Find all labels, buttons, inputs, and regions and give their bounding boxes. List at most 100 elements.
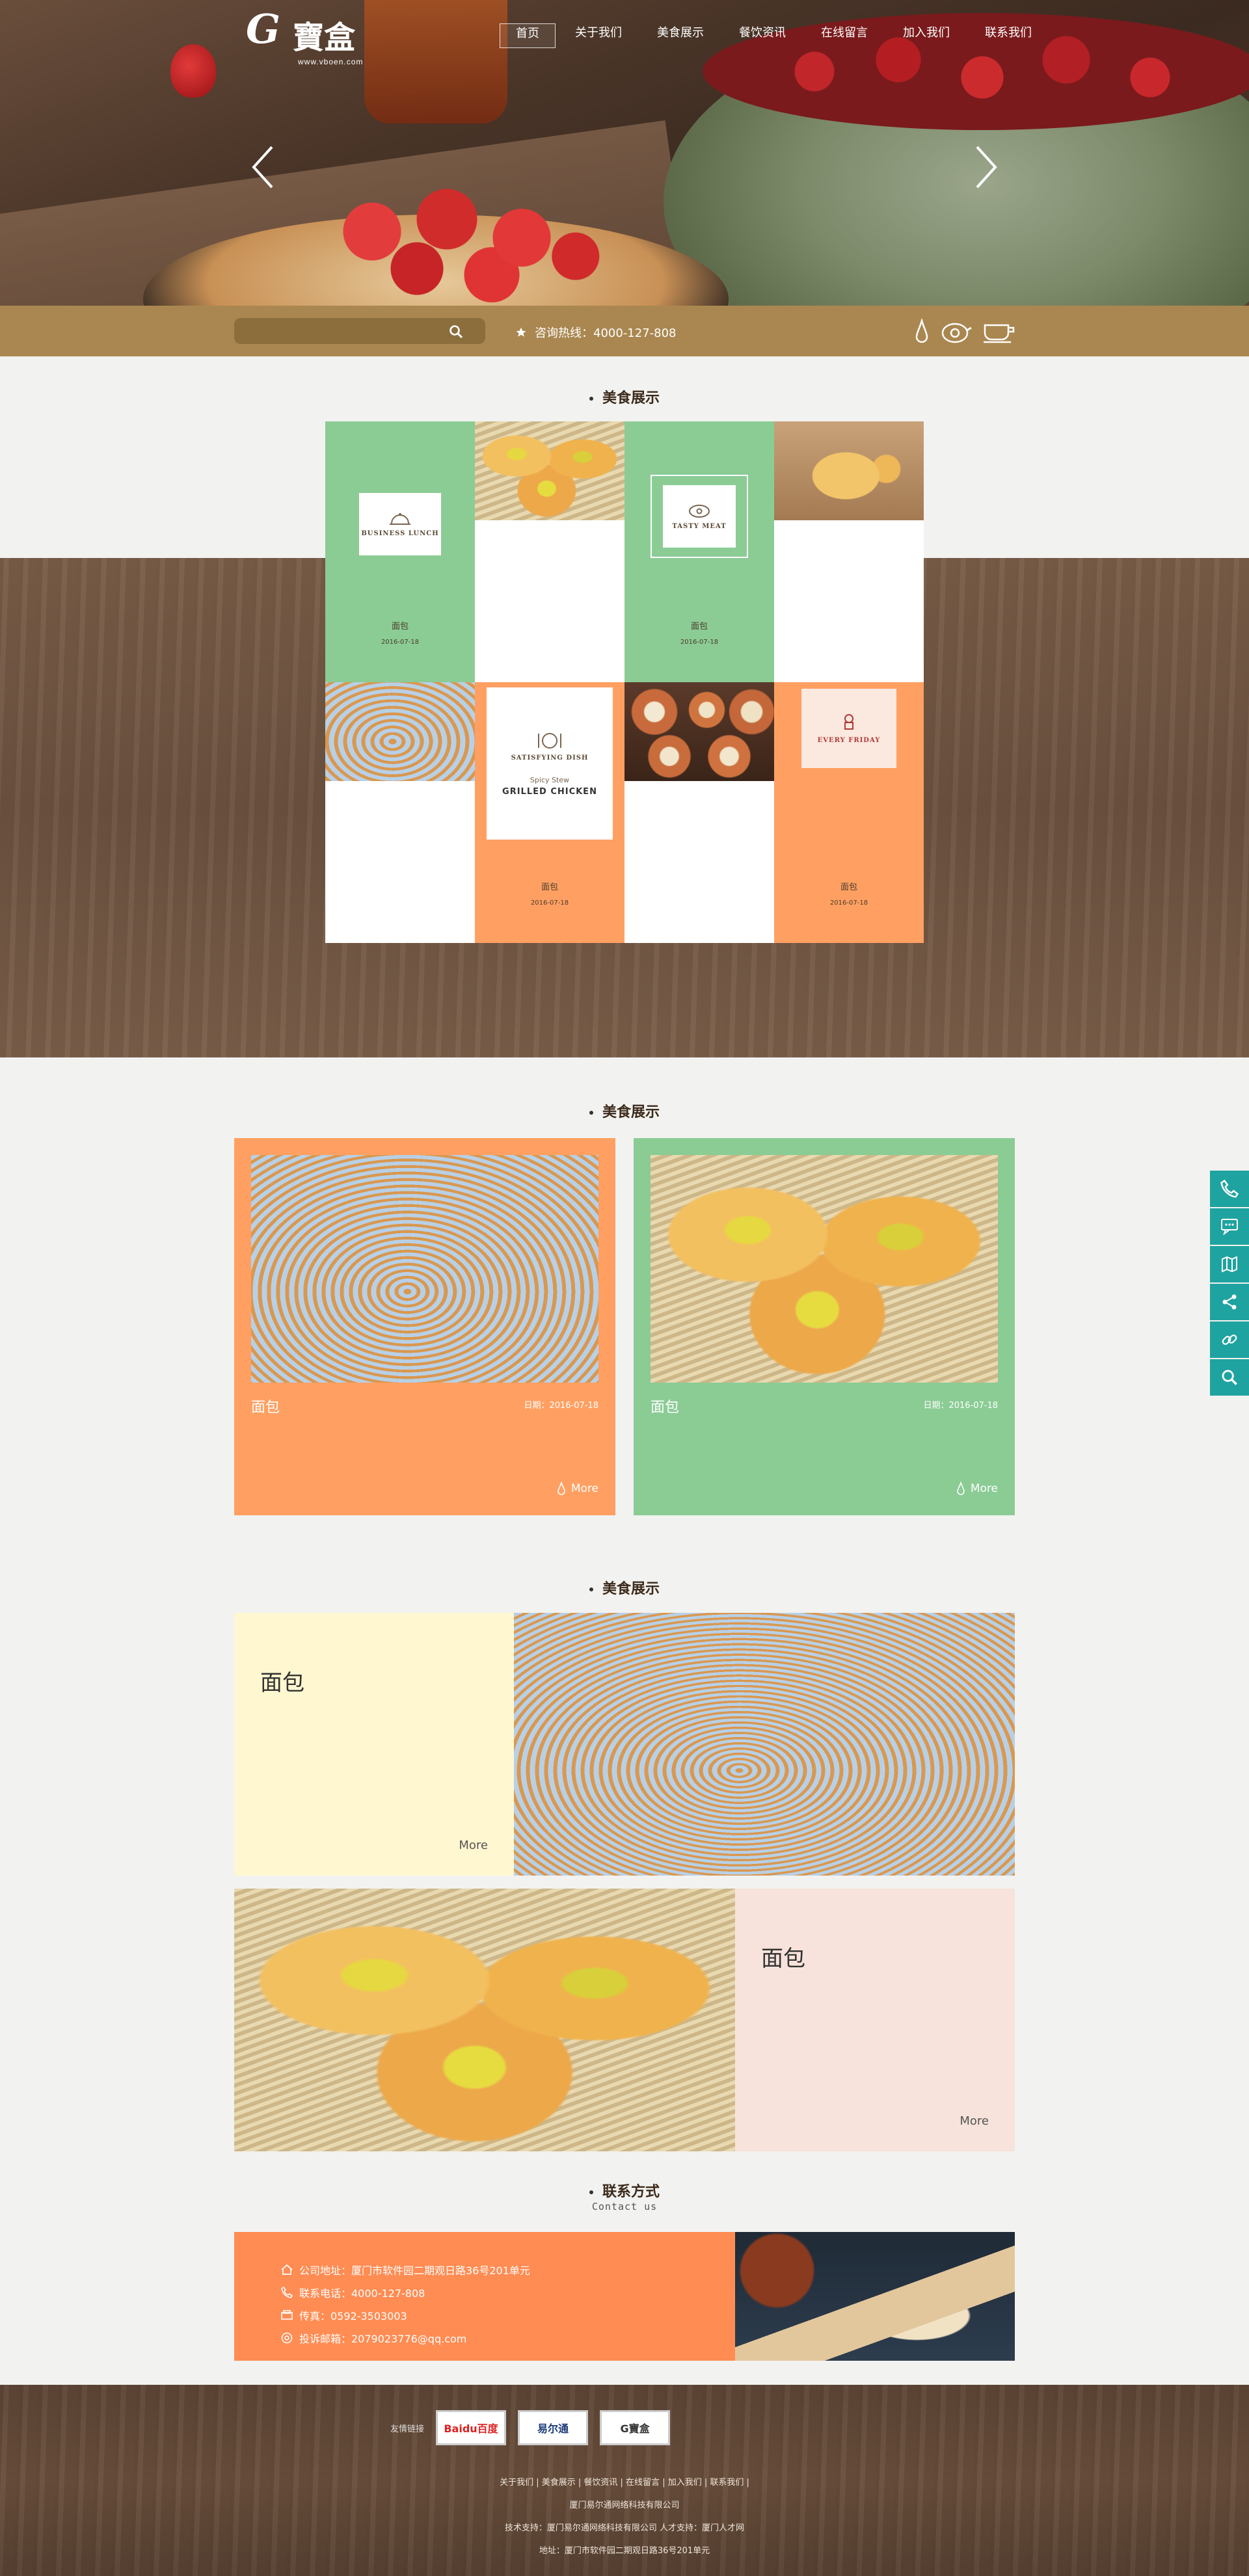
drop-icon bbox=[957, 1481, 965, 1495]
friend-links-label: 友情链接 bbox=[390, 2424, 425, 2434]
logo-text: 寶盒 bbox=[293, 20, 356, 56]
contact-fax: 传真：0592-3503003 bbox=[281, 2304, 530, 2326]
nav-about[interactable]: 关于我们 bbox=[559, 23, 638, 48]
logo-url: www.vboen.com bbox=[298, 57, 364, 66]
link-baidu[interactable]: Baidu百度 bbox=[436, 2410, 507, 2445]
main-nav: 首页 关于我们 美食展示 餐饮资讯 在线留言 加入我们 联系我们 bbox=[500, 23, 1051, 48]
floating-sidebar bbox=[1210, 1171, 1249, 1397]
food-card[interactable]: EVERY FRIDAY 面包 2016-07-18 bbox=[774, 682, 924, 943]
more-link[interactable]: More bbox=[459, 1839, 488, 1852]
hero-banner: G 寶盒 www.vboen.com 首页 关于我们 美食展示 餐饮资讯 在线留… bbox=[0, 0, 1249, 306]
footer-support: 技术支持：厦门易尔通网络科技有限公司 人才支持：厦门人才网 bbox=[504, 2523, 745, 2533]
meat-icon bbox=[689, 504, 710, 518]
footer-info: 关于我们 | 美食展示 | 餐饮资讯 | 在线留言 | 加入我们 | 联系我们 … bbox=[0, 2471, 1249, 2562]
share-icon bbox=[1222, 1294, 1237, 1310]
food-photo bbox=[774, 421, 924, 520]
card-date: 2016-07-18 bbox=[829, 899, 868, 907]
food-card[interactable]: BUSINESS LUNCH 面包 2016-07-18 bbox=[325, 421, 475, 682]
badge-card: SATISFYING DISH Spicy Stew GRILLED CHICK… bbox=[487, 687, 613, 840]
section2-title: 美食展示 bbox=[0, 1100, 1249, 1121]
logo-g: G bbox=[246, 5, 280, 53]
contact-email: 投诉邮箱：2079023776@qq.com bbox=[281, 2326, 530, 2349]
feature-row[interactable]: 面包 More bbox=[234, 1613, 1015, 1876]
utility-icons bbox=[913, 319, 1016, 345]
nav-food[interactable]: 美食展示 bbox=[641, 23, 719, 48]
card-label: 面包 bbox=[541, 883, 558, 892]
nav-message[interactable]: 在线留言 bbox=[805, 23, 883, 48]
food-card[interactable]: SATISFYING DISH Spicy Stew GRILLED CHICK… bbox=[475, 682, 624, 943]
news-card-date: 日期：2016-07-18 bbox=[524, 1401, 598, 1411]
contact-address: 公司地址：厦门市软件园二期观日路36号201单元 bbox=[281, 2258, 530, 2281]
news-card[interactable]: 面包 日期：2016-07-18 More bbox=[234, 1138, 615, 1515]
nav-news[interactable]: 餐饮资讯 bbox=[723, 23, 801, 48]
news-photo bbox=[251, 1155, 598, 1383]
cup-icon[interactable] bbox=[982, 319, 1016, 345]
food-card[interactable] bbox=[774, 421, 924, 682]
news-card-date: 日期：2016-07-18 bbox=[923, 1401, 998, 1411]
food-card[interactable] bbox=[325, 682, 475, 943]
more-link[interactable]: More bbox=[557, 1481, 598, 1496]
more-link[interactable]: More bbox=[960, 2114, 989, 2128]
search-box bbox=[234, 318, 485, 344]
sidebar-link-button[interactable] bbox=[1210, 1321, 1249, 1359]
star-icon bbox=[516, 327, 526, 337]
more-link[interactable]: More bbox=[956, 1481, 998, 1496]
home-icon bbox=[281, 2264, 293, 2275]
feature-title: 面包 bbox=[260, 1670, 304, 1696]
sidebar-share-button[interactable] bbox=[1210, 1284, 1249, 1321]
nav-join[interactable]: 加入我们 bbox=[887, 23, 965, 48]
drop-icon[interactable] bbox=[913, 319, 930, 345]
egg-pan-icon[interactable] bbox=[941, 319, 972, 345]
search-icon[interactable] bbox=[449, 325, 463, 339]
food-card[interactable] bbox=[624, 682, 774, 943]
contact-title: 联系方式 bbox=[0, 2180, 1249, 2201]
search-icon bbox=[1222, 1370, 1237, 1385]
site-logo[interactable]: G 寶盒 www.vboen.com bbox=[246, 5, 389, 70]
badge-subtitle: GRILLED CHICKEN bbox=[502, 786, 597, 797]
sidebar-search-button[interactable] bbox=[1210, 1359, 1249, 1397]
contact-photo bbox=[735, 2232, 1015, 2361]
nav-home[interactable]: 首页 bbox=[500, 23, 556, 48]
news-card-title: 面包 bbox=[251, 1400, 280, 1416]
badge-text: SATISFYING DISH bbox=[511, 754, 589, 762]
sidebar-phone-button[interactable] bbox=[1210, 1171, 1249, 1208]
feature-photo bbox=[514, 1613, 1015, 1876]
chef-icon bbox=[844, 713, 853, 730]
plate-icon bbox=[538, 732, 561, 749]
link-yiertong[interactable]: 易尔通 bbox=[518, 2410, 589, 2445]
friend-links: 友情链接 Baidu百度 易尔通 G寶盒 bbox=[390, 2410, 671, 2445]
phone-icon bbox=[281, 2286, 293, 2298]
contact-box: 公司地址：厦门市软件园二期观日路36号201单元 联系电话：4000-127-8… bbox=[234, 2232, 1015, 2361]
link-icon bbox=[1222, 1334, 1237, 1345]
slider-prev-icon[interactable] bbox=[250, 144, 276, 190]
food-card[interactable]: TASTY MEAT 面包 2016-07-18 bbox=[624, 421, 774, 682]
food-photo bbox=[475, 421, 624, 520]
badge-text: BUSINESS LUNCH bbox=[361, 529, 439, 537]
feature-text: 面包 More bbox=[234, 1613, 514, 1876]
feature-photo bbox=[234, 1889, 735, 2151]
footer-address: 地址：厦门市软件园二期观日路36号201单元 bbox=[539, 2546, 710, 2556]
footer-company: 厦门易尔通网络科技有限公司 bbox=[569, 2501, 680, 2510]
slider-next-icon[interactable] bbox=[973, 144, 999, 190]
nav-contact[interactable]: 联系我们 bbox=[969, 23, 1047, 48]
food-photo bbox=[624, 682, 774, 781]
food-card[interactable] bbox=[475, 421, 624, 682]
card-date: 2016-07-18 bbox=[680, 639, 719, 646]
chat-icon bbox=[1221, 1219, 1238, 1235]
hero-strawberry bbox=[170, 44, 216, 98]
food-grid: BUSINESS LUNCH 面包 2016-07-18 TASTY MEAT … bbox=[325, 421, 924, 943]
hero-bowl bbox=[664, 13, 1249, 306]
fax-icon bbox=[281, 2309, 293, 2320]
map-icon bbox=[1222, 1256, 1237, 1273]
badge-card: BUSINESS LUNCH bbox=[359, 493, 441, 555]
footer-nav[interactable]: 关于我们 | 美食展示 | 餐饮资讯 | 在线留言 | 加入我们 | 联系我们 … bbox=[0, 2471, 1249, 2494]
feature-row[interactable]: 面包 More bbox=[234, 1889, 1015, 2151]
news-card[interactable]: 面包 日期：2016-07-18 More bbox=[634, 1138, 1015, 1515]
sidebar-map-button[interactable] bbox=[1210, 1246, 1249, 1284]
search-input[interactable] bbox=[245, 318, 440, 344]
contact-lines: 公司地址：厦门市软件园二期观日路36号201单元 联系电话：4000-127-8… bbox=[281, 2258, 530, 2349]
sidebar-message-button[interactable] bbox=[1210, 1208, 1249, 1246]
feature-text: 面包 More bbox=[735, 1889, 1015, 2151]
link-gbaohe[interactable]: G寶盒 bbox=[600, 2410, 671, 2445]
hero-cake-strawberries bbox=[312, 182, 611, 306]
